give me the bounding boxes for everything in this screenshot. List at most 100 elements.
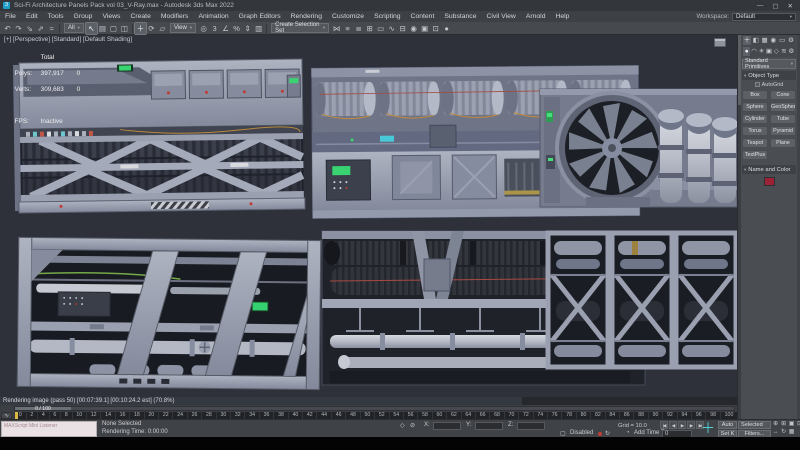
mini-curve-editor-button[interactable]: ∿: [1, 412, 12, 419]
menu-item[interactable]: Edit: [21, 11, 43, 22]
tab-display[interactable]: ▭: [778, 36, 786, 45]
primitive-button[interactable]: Cylinder: [742, 114, 768, 124]
undo-icon[interactable]: ↶: [2, 23, 13, 34]
named-selection-set-field[interactable]: Create Selection Set▾: [271, 23, 329, 33]
perspective-viewport[interactable]: [+] [Perspective] [Standard] [Default Sh…: [0, 35, 737, 397]
use-center-icon[interactable]: ◎: [198, 23, 209, 34]
tab-modify[interactable]: ◧: [752, 36, 760, 45]
menu-item[interactable]: Create: [125, 11, 155, 22]
maxscript-mini-listener[interactable]: MAXScript Mini Listener: [1, 421, 97, 437]
menu-item[interactable]: Content: [406, 11, 440, 22]
minimize-button[interactable]: —: [757, 2, 764, 10]
primitive-button[interactable]: TextPlus: [742, 150, 768, 160]
zoom-region-icon[interactable]: ⊡: [796, 421, 800, 428]
rendered-frame-icon[interactable]: ⊡: [430, 23, 441, 34]
menu-item[interactable]: Graph Editors: [234, 11, 286, 22]
primitive-category-dropdown[interactable]: Standard Primitives▾: [742, 59, 796, 69]
lock-selection-icon[interactable]: ⊘: [410, 422, 415, 429]
primitive-button[interactable]: Sphere: [742, 102, 768, 112]
redo-icon[interactable]: ↷: [13, 23, 24, 34]
subtab-systems[interactable]: ⚙: [788, 47, 795, 56]
play-button[interactable]: ▶: [678, 421, 686, 429]
angle-snap-icon[interactable]: ∠: [220, 23, 231, 34]
render-setup-icon[interactable]: ▣: [419, 23, 430, 34]
menu-item[interactable]: Customize: [327, 11, 369, 22]
time-slider[interactable]: 0 / 100: [14, 406, 735, 411]
model-panel-bottom-left[interactable]: [17, 237, 321, 389]
rollout-object-type[interactable]: ▾ Object Type: [742, 71, 796, 80]
zoom-icon[interactable]: ⊕: [772, 421, 779, 428]
menu-item[interactable]: Arnold: [521, 11, 551, 22]
menu-item[interactable]: Substance: [439, 11, 481, 22]
menu-item[interactable]: Civil View: [481, 11, 520, 22]
color-swatch[interactable]: [764, 177, 775, 186]
maximize-viewport-icon[interactable]: ▦: [788, 429, 795, 436]
scene-explorer-icon[interactable]: ≣: [353, 23, 364, 34]
primitive-button[interactable]: GeoSphere: [770, 102, 796, 112]
rect-region-icon[interactable]: ▢: [108, 23, 119, 34]
reference-coordinate-dropdown[interactable]: View▾: [170, 23, 196, 33]
menu-item[interactable]: Animation: [193, 11, 233, 22]
select-object-icon[interactable]: ↖: [86, 23, 97, 34]
primitive-button[interactable]: Pyramid: [770, 126, 796, 136]
menu-item[interactable]: Rendering: [286, 11, 327, 22]
menu-item[interactable]: Modifiers: [156, 11, 194, 22]
subtab-helpers[interactable]: ◇: [773, 47, 780, 56]
next-frame-button[interactable]: ▶: [687, 421, 695, 429]
menu-item[interactable]: Help: [550, 11, 574, 22]
selection-region-icon[interactable]: ▢: [560, 430, 566, 437]
auto-key-button[interactable]: Auto: [718, 421, 737, 429]
scale-icon[interactable]: ▱: [157, 23, 168, 34]
zoom-all-icon[interactable]: ⊞: [780, 421, 787, 428]
select-link-icon[interactable]: ⇘: [24, 23, 35, 34]
track-bar[interactable]: 0246810121416182022242628303234363840424…: [14, 412, 737, 419]
subtab-spacewarps[interactable]: ≋: [780, 47, 787, 56]
z-coordinate-field[interactable]: [517, 422, 545, 430]
bind-spacewarp-icon[interactable]: ≈: [46, 23, 57, 34]
menu-item[interactable]: File: [0, 11, 21, 22]
window-crossing-icon[interactable]: ◫: [119, 23, 130, 34]
primitive-button[interactable]: Teapot: [742, 138, 768, 148]
tab-create[interactable]: ＋: [743, 36, 751, 45]
menu-item[interactable]: Views: [97, 11, 125, 22]
selected-dropdown[interactable]: Selected: [738, 421, 771, 429]
maximize-button[interactable]: ▢: [772, 2, 778, 10]
tab-hierarchy[interactable]: ▦: [761, 36, 769, 45]
current-frame-marker[interactable]: [15, 412, 18, 419]
pan-icon[interactable]: ↔: [772, 429, 779, 436]
rotate-icon[interactable]: ⟳: [146, 23, 157, 34]
zoom-extents-icon[interactable]: ▣: [788, 421, 795, 428]
primitive-button[interactable]: Torus: [742, 126, 768, 136]
y-coordinate-field[interactable]: [475, 422, 503, 430]
orbit-icon[interactable]: ↻: [780, 429, 787, 436]
spinner-snap-icon[interactable]: ⇕: [242, 23, 253, 34]
model-panel-bottom-right[interactable]: [548, 233, 736, 367]
menu-item[interactable]: Tools: [43, 11, 69, 22]
subtab-geometry[interactable]: ●: [743, 47, 750, 56]
rollout-name-and-color[interactable]: ▾ Name and Color: [742, 165, 796, 174]
viewport-canvas[interactable]: [0, 35, 737, 397]
command-panel-scrollbar[interactable]: [738, 35, 741, 419]
percent-snap-icon[interactable]: %: [231, 23, 242, 34]
mirror-icon[interactable]: ⋈: [331, 23, 342, 34]
select-by-name-icon[interactable]: ▤: [97, 23, 108, 34]
workspace-dropdown[interactable]: Default▾: [732, 13, 796, 21]
layer-manager-icon[interactable]: ⊞: [364, 23, 375, 34]
menu-item[interactable]: Scripting: [369, 11, 405, 22]
move-icon[interactable]: ＋: [135, 23, 146, 34]
viewport-label[interactable]: [+] [Perspective] [Standard] [Default Sh…: [4, 36, 132, 43]
align-icon[interactable]: ≡: [342, 23, 353, 34]
primitive-button[interactable]: Plane: [770, 138, 796, 148]
autogrid-checkbox[interactable]: AutoGrid: [742, 80, 796, 89]
disabled-toggle[interactable]: Disabled: [570, 430, 593, 436]
viewcube[interactable]: [714, 38, 726, 47]
isolate-selection-icon[interactable]: ◇: [400, 422, 405, 429]
primitive-button[interactable]: Tube: [770, 114, 796, 124]
render-icon[interactable]: ●: [441, 23, 452, 34]
curve-editor-icon[interactable]: ∿: [386, 23, 397, 34]
primitive-button[interactable]: Cone: [770, 90, 796, 100]
loop-icon[interactable]: ↻: [605, 430, 610, 437]
x-coordinate-field[interactable]: [433, 422, 461, 430]
ribbon-icon[interactable]: ▭: [375, 23, 386, 34]
menu-item[interactable]: Group: [69, 11, 98, 22]
